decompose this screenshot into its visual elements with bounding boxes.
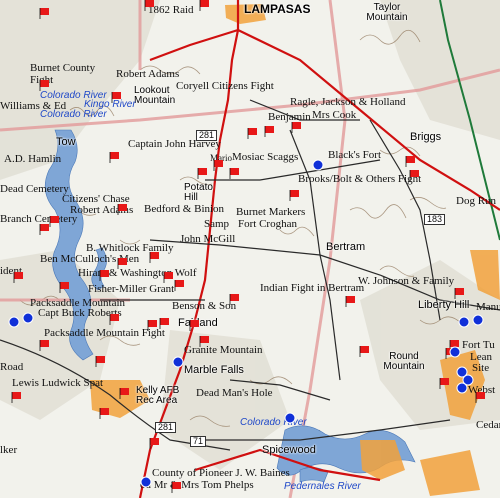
site-label[interactable]: Lewis Ludwick Spat (12, 378, 103, 389)
site-label[interactable]: Burnet County Fight (30, 62, 110, 86)
town-label[interactable]: Fairland (178, 318, 218, 329)
site-label[interactable]: Indian Fight in Bertram (260, 283, 364, 294)
site-label[interactable]: Black's Fort (328, 150, 381, 161)
town-label[interactable]: Kelly AFB Rec Area (136, 386, 188, 406)
town-label[interactable]: LAMPASAS (244, 3, 310, 15)
town-label[interactable]: Potato Hill (184, 183, 224, 203)
site-label[interactable]: Hiram & Washington Wolf (78, 268, 197, 279)
site-label[interactable]: Mario (210, 154, 232, 163)
site-label[interactable]: Fisher-Miller Grant (88, 284, 174, 295)
site-label[interactable]: Webst (468, 385, 495, 396)
site-label[interactable]: Ben McCulloch's Men (40, 254, 139, 265)
town-label[interactable]: Liberty Hill (418, 300, 469, 311)
site-label[interactable]: Dog Run (456, 196, 496, 207)
site-label[interactable]: Branch Cemetery (0, 214, 77, 225)
highway-shield: 183 (424, 214, 446, 225)
site-label[interactable]: ou Mr & Mrs Tom Phelps (140, 480, 254, 491)
site-label[interactable]: Coryell Citizens Fight (176, 81, 274, 92)
site-label[interactable]: Burnet Markers (236, 207, 305, 218)
site-label[interactable]: Bedford & Binion (144, 204, 224, 215)
site-label[interactable]: Dead Man's Hole (196, 388, 273, 399)
site-label[interactable]: Mosiac Scaggs (232, 152, 298, 163)
river-label: Pedernales River (284, 481, 361, 492)
map-canvas[interactable]: 281 281 71 183 LAMPASAS Taylor Mountain … (0, 0, 500, 498)
town-label[interactable]: Briggs (410, 132, 441, 143)
site-label[interactable]: lker (0, 445, 17, 456)
site-label[interactable]: Robert Adams (70, 205, 133, 216)
site-label[interactable]: Road (0, 362, 23, 373)
site-label[interactable]: County of Pioneer J. W. Baines (152, 468, 290, 479)
site-label[interactable]: A.D. Hamlin (4, 154, 61, 165)
site-label[interactable]: Cedar (476, 420, 500, 431)
site-label[interactable]: Brooks/Bolt & Others Fight (298, 174, 421, 185)
site-label[interactable]: Benjamin (268, 112, 311, 123)
site-label[interactable]: Fort Tu (462, 340, 495, 351)
site-label[interactable]: Site (472, 363, 489, 374)
highway-shield: 281 (155, 422, 177, 433)
site-label[interactable]: Granite Mountain (184, 345, 263, 356)
town-label[interactable]: Taylor Mountain (362, 3, 412, 23)
town-label[interactable]: Tow (56, 137, 76, 148)
town-label[interactable]: Round Mountain (378, 352, 430, 372)
town-label[interactable]: Lookout Mountain (134, 86, 178, 106)
site-label[interactable]: Benson & Son (172, 301, 236, 312)
site-label[interactable]: Samp (204, 219, 229, 230)
site-label[interactable]: Captain John Harvey (128, 139, 221, 150)
site-label[interactable]: W. Johnson & Family (358, 276, 454, 287)
site-label[interactable]: 1862 Raid (148, 5, 194, 16)
site-label[interactable]: John McGill (180, 234, 235, 245)
site-label[interactable]: Packsaddle Mountain Fight (44, 328, 165, 339)
site-label[interactable]: ident (0, 266, 22, 277)
site-label[interactable]: Capt Buck Roberts (38, 308, 122, 319)
site-label[interactable]: Mrs Cook (312, 110, 356, 121)
site-label[interactable]: Manu (476, 302, 500, 313)
site-label[interactable]: Fort Croghan (238, 219, 297, 230)
town-label[interactable]: Spicewood (262, 445, 316, 456)
river-label: Colorado River (240, 417, 307, 428)
highway-shield: 71 (190, 436, 207, 447)
site-label[interactable]: Dead Cemetery (0, 184, 69, 195)
site-label[interactable]: Robert Adams (116, 69, 179, 80)
site-label[interactable]: Williams & Ed (0, 101, 66, 112)
site-label[interactable]: Ragle, Jackson & Holland (290, 97, 405, 108)
town-label[interactable]: Marble Falls (184, 365, 244, 376)
town-label[interactable]: Bertram (326, 242, 365, 253)
